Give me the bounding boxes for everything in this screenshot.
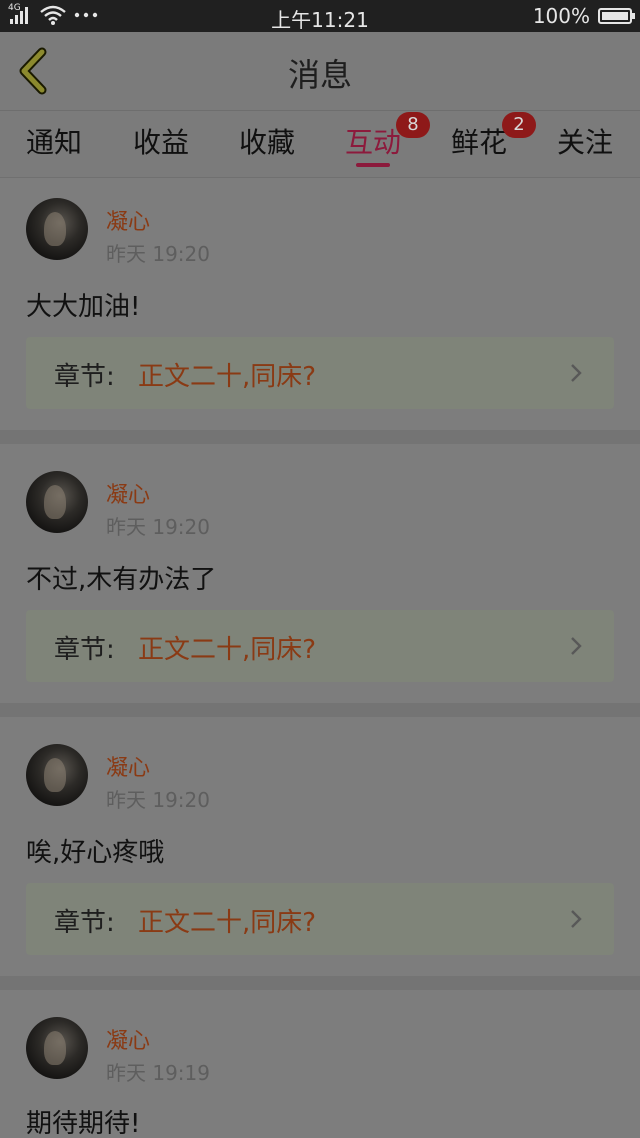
message-text: 唉,好心疼哦 — [26, 838, 165, 868]
tab-label: 收益 — [132, 126, 189, 159]
chapter-title: 正文二十,同床? — [138, 635, 317, 665]
divider — [0, 976, 640, 990]
avatar[interactable] — [26, 198, 88, 260]
username[interactable]: 凝心 — [106, 750, 150, 782]
battery-icon — [598, 8, 635, 24]
message-item: 凝心 昨天 19:20 大大加油! 章节: 正文二十,同床? — [0, 178, 640, 430]
tab-label: 关注 — [556, 126, 613, 159]
message-text: 大大加油! — [26, 292, 141, 322]
username[interactable]: 凝心 — [106, 477, 150, 509]
chapter-title: 正文二十,同床? — [138, 362, 317, 392]
divider — [0, 703, 640, 717]
tab-favorites[interactable]: 收藏 — [214, 121, 320, 161]
divider — [0, 430, 640, 444]
chapter-title: 正文二十,同床? — [138, 908, 317, 938]
chevron-right-icon — [571, 637, 582, 655]
chevron-right-icon — [571, 910, 582, 928]
avatar[interactable] — [26, 1017, 88, 1079]
screen: 4G 上午11:21 100% 消息 通知 收益 收藏 互动 8 鲜花 2 关注… — [0, 0, 640, 1138]
status-bar: 4G 上午11:21 100% — [0, 0, 640, 32]
chapter-label: 章节: — [54, 362, 115, 392]
message-item: 凝心 昨天 19:20 唉,好心疼哦 章节: 正文二十,同床? — [0, 717, 640, 976]
chapter-link[interactable]: 章节: 正文二十,同床? — [26, 610, 614, 682]
timestamp: 昨天 19:20 — [106, 788, 210, 812]
message-text: 不过,木有办法了 — [26, 565, 217, 595]
timestamp: 昨天 19:19 — [106, 1061, 210, 1085]
tab-flowers[interactable]: 鲜花 2 — [426, 112, 536, 161]
message-item: 凝心 昨天 19:20 不过,木有办法了 章节: 正文二十,同床? — [0, 444, 640, 703]
chapter-link[interactable]: 章节: 正文二十,同床? — [26, 337, 614, 409]
tab-bar: 通知 收益 收藏 互动 8 鲜花 2 关注 — [0, 111, 640, 178]
username[interactable]: 凝心 — [106, 204, 150, 236]
avatar[interactable] — [26, 471, 88, 533]
chapter-label: 章节: — [54, 635, 115, 665]
tab-interaction[interactable]: 互动 8 — [320, 112, 430, 161]
active-tab-indicator — [356, 163, 390, 167]
tab-label: 鲜花 — [450, 126, 507, 159]
timestamp: 昨天 19:20 — [106, 242, 210, 266]
interaction-badge: 8 — [396, 112, 430, 138]
tab-label: 互动 — [344, 126, 401, 159]
chapter-link[interactable]: 章节: 正文二十,同床? — [26, 883, 614, 955]
battery-fill — [602, 12, 628, 20]
username[interactable]: 凝心 — [106, 1023, 150, 1055]
tab-label: 收藏 — [238, 126, 295, 159]
nav-bar: 消息 — [0, 32, 640, 111]
battery-percent: 100% — [532, 4, 590, 28]
message-item: 凝心 昨天 19:19 期待期待! — [0, 990, 640, 1138]
page-title: 消息 — [287, 56, 352, 94]
chapter-label: 章节: — [54, 908, 115, 938]
chevron-right-icon — [571, 364, 582, 382]
avatar[interactable] — [26, 744, 88, 806]
flowers-badge: 2 — [502, 112, 536, 138]
tab-following[interactable]: 关注 — [532, 121, 638, 161]
timestamp: 昨天 19:20 — [106, 515, 210, 539]
tab-notifications[interactable]: 通知 — [1, 121, 107, 161]
status-right: 100% — [532, 4, 635, 28]
tab-label: 通知 — [25, 126, 82, 159]
tab-earnings[interactable]: 收益 — [108, 121, 214, 161]
message-text: 期待期待! — [26, 1109, 141, 1138]
